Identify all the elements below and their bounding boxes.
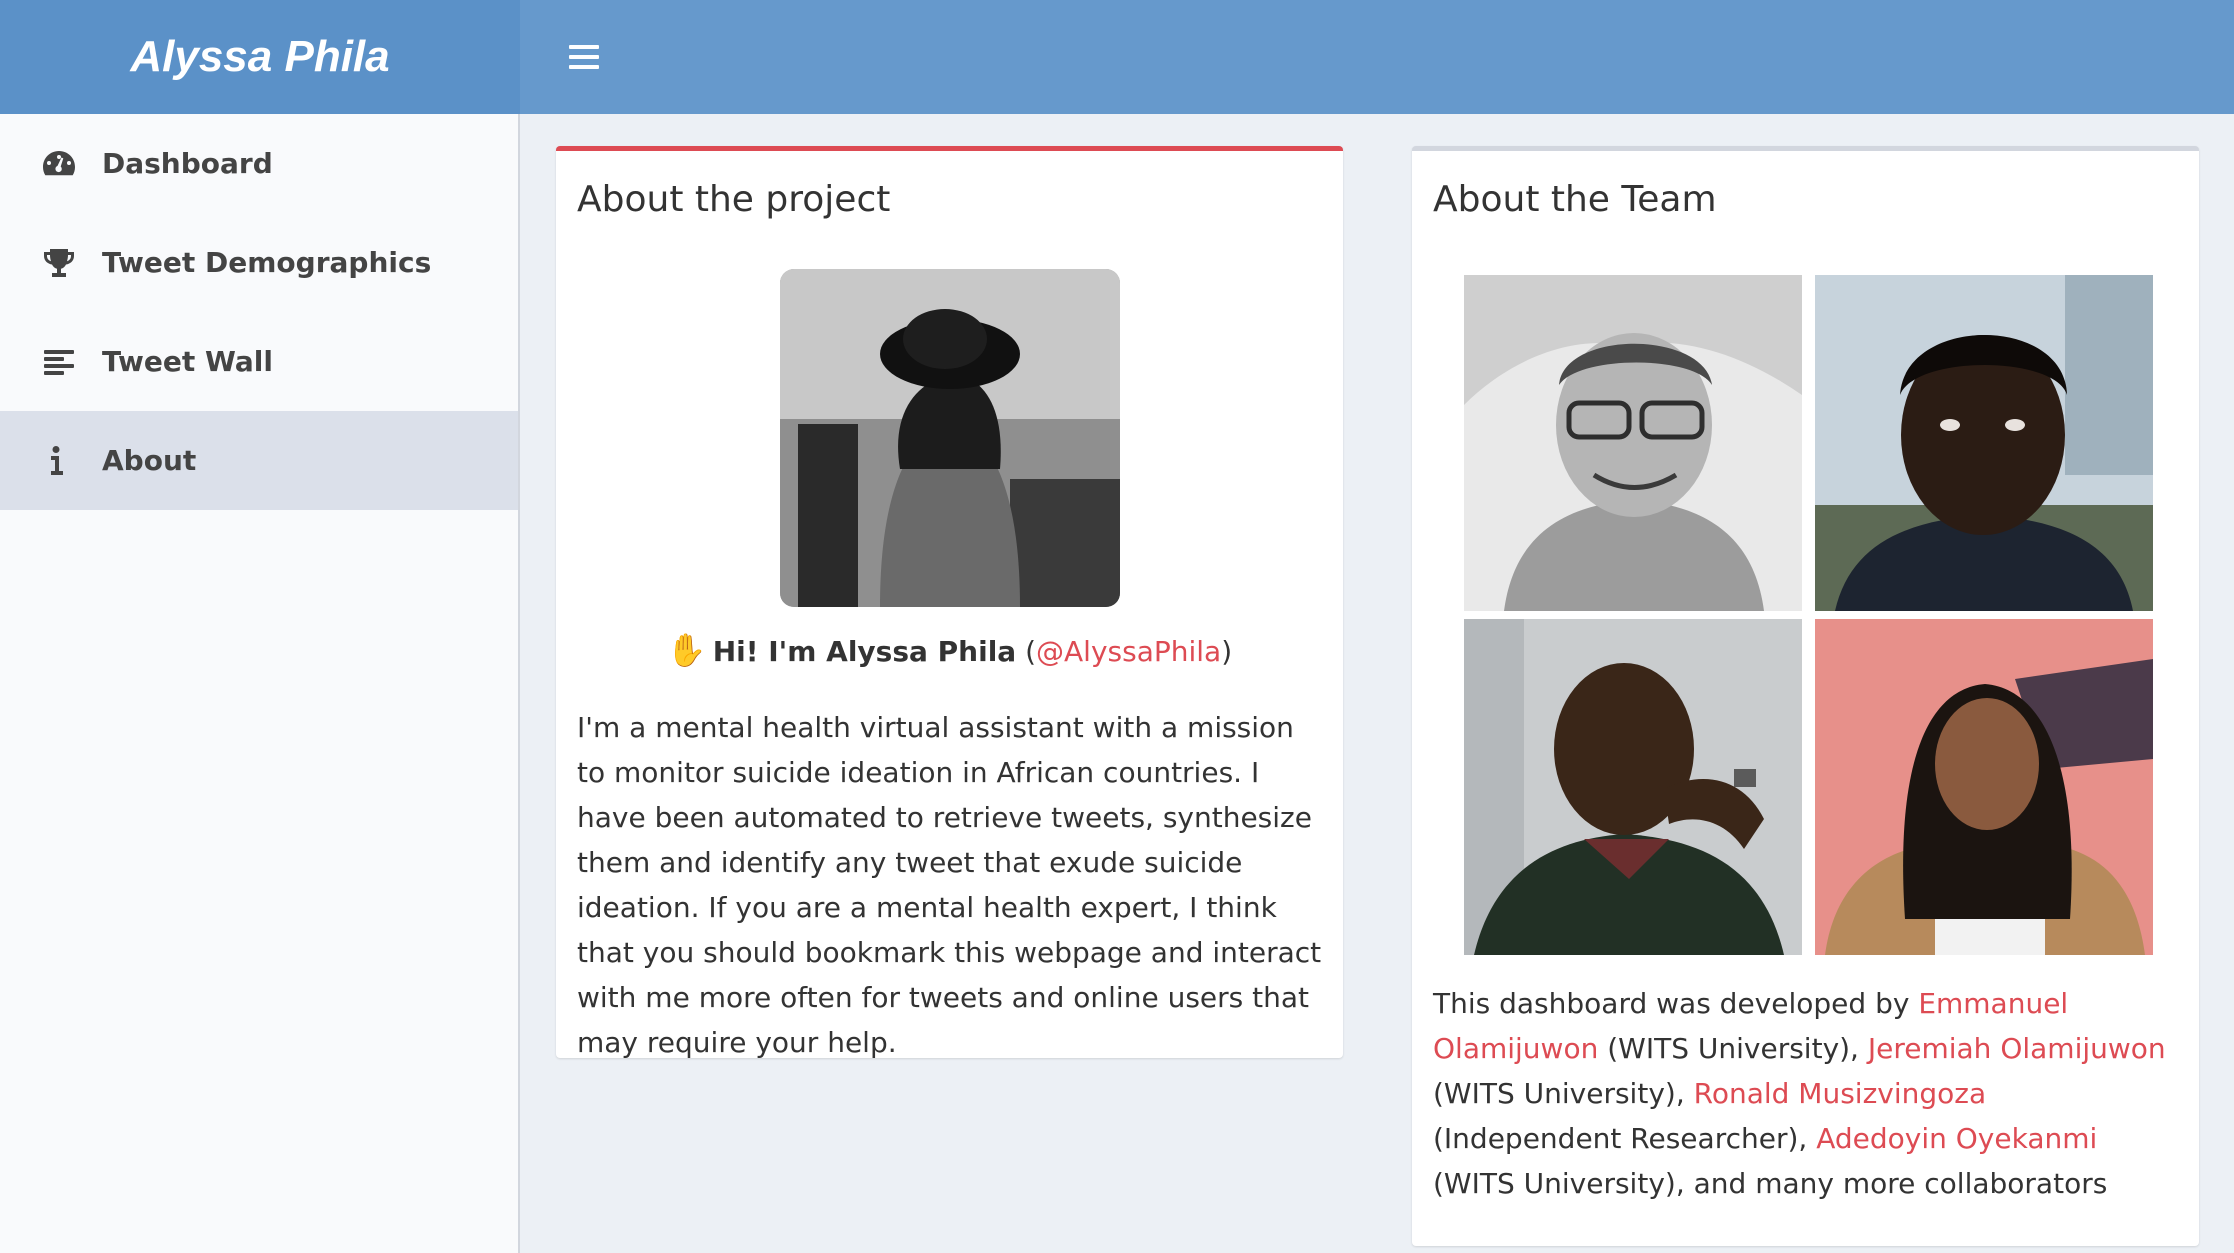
member-affiliation: (Independent Researcher), [1433, 1122, 1817, 1155]
credits-prefix: This dashboard was developed by [1433, 987, 1919, 1020]
top-navbar: Alyssa Phila [0, 0, 2234, 114]
member-affiliation: (WITS University), [1433, 1077, 1694, 1110]
sidebar-item-label: About [102, 444, 197, 477]
sidebar-item-tweet-wall[interactable]: Tweet Wall [0, 312, 518, 411]
greeting-text: Hi! I'm Alyssa Phila [712, 635, 1017, 668]
greeting-paren-open: ( [1016, 635, 1037, 668]
brand-logo[interactable]: Alyssa Phila [0, 0, 520, 114]
project-description: I'm a mental health virtual assistant wi… [577, 711, 1322, 1059]
member-affiliation: (WITS University), [1598, 1032, 1868, 1065]
team-photo-grid [1464, 275, 2154, 955]
member-link[interactable]: Jeremiah Olamijuwon [1868, 1032, 2166, 1065]
team-photo [1464, 275, 1802, 611]
info-icon [40, 442, 78, 480]
card-title: About the Team [1433, 179, 1717, 220]
member-link[interactable]: Adedoyin Oyekanmi [1816, 1122, 2097, 1155]
sidebar-item-label: Tweet Demographics [102, 246, 432, 279]
sidebar-item-label: Dashboard [102, 147, 273, 180]
sidebar: Dashboard Tweet Demographics Tweet Wall … [0, 114, 520, 1253]
greeting-paren-close: ) [1221, 635, 1233, 668]
brand-title: Alyssa Phila [130, 32, 390, 81]
sidebar-item-label: Tweet Wall [102, 345, 273, 378]
speedometer-icon [40, 145, 78, 183]
sidebar-toggle-button[interactable] [554, 27, 614, 87]
about-team-card: About the Team This dashboard was develo… [1412, 146, 2199, 1246]
member-affiliation: (WITS University), and many more collabo… [1433, 1167, 2108, 1200]
member-link[interactable]: Ronald Musizvingoza [1694, 1077, 1987, 1110]
twitter-handle-link[interactable]: @AlyssaPhila [1036, 635, 1221, 668]
team-photo [1815, 275, 2153, 611]
sidebar-item-about[interactable]: About [0, 411, 518, 510]
align-left-icon [40, 343, 78, 381]
assistant-avatar-image [780, 269, 1120, 607]
sidebar-item-dashboard[interactable]: Dashboard [0, 114, 518, 213]
about-project-card: About the project ✋ Hi! I'm Alyssa Phila … [556, 146, 1343, 1059]
card-title: About the project [577, 179, 891, 220]
team-photo [1815, 619, 2153, 955]
sidebar-item-tweet-demographics[interactable]: Tweet Demographics [0, 213, 518, 312]
team-photo [1464, 619, 1802, 955]
team-credits: This dashboard was developed by Emmanuel… [1433, 981, 2178, 1206]
waving-hand-icon: ✋ [666, 631, 707, 669]
greeting-line: ✋ Hi! I'm Alyssa Phila (@AlyssaPhila) [556, 631, 1343, 669]
trophy-icon [40, 244, 78, 282]
hamburger-icon [569, 39, 599, 75]
